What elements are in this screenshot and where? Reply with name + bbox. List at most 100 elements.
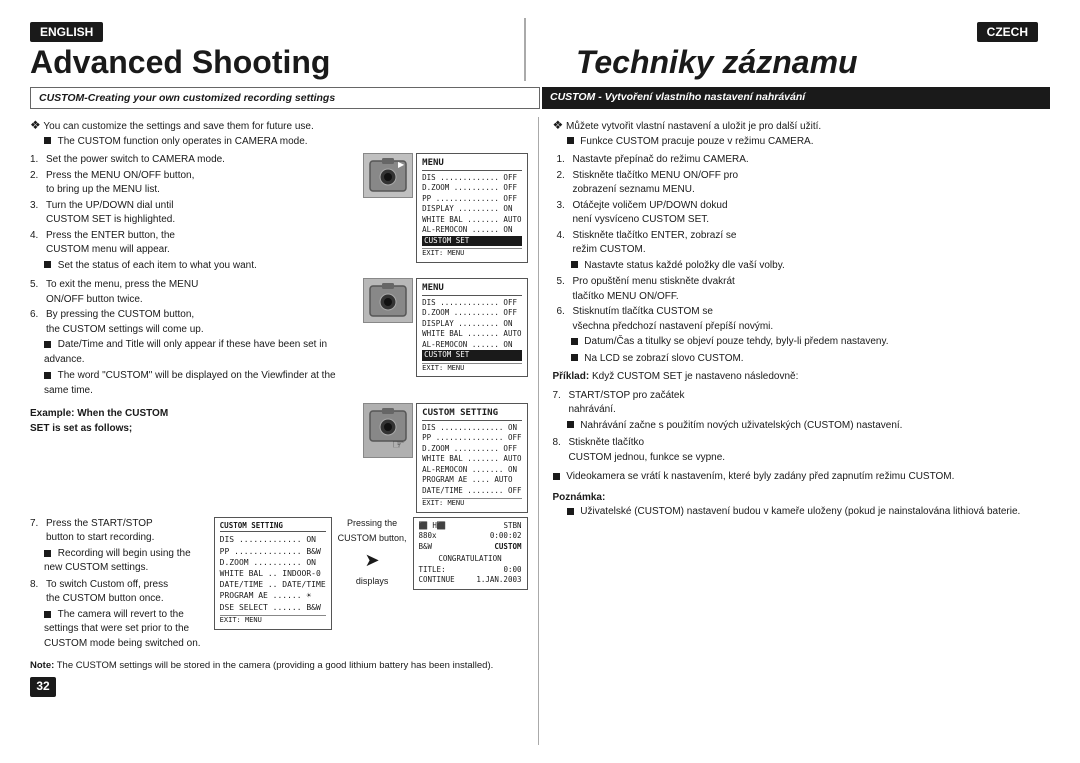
- header-left: ENGLISH Advanced Shooting: [30, 18, 514, 81]
- col-czech: ❖ Můžete vytvořit vlastní nastavení a ul…: [539, 117, 1051, 745]
- poznamka-text: Uživatelské (CUSTOM) nastavení budou v k…: [567, 505, 1051, 520]
- col-english: ❖ You can customize the settings and sav…: [30, 117, 539, 745]
- steps-1-4-row: 1. Set the power switch to CAMERA mode. …: [30, 153, 528, 275]
- step-6-sub2: The word "CUSTOM" will be displayed on t…: [44, 369, 357, 398]
- page: ENGLISH Advanced Shooting CZECH Techniky…: [0, 0, 1080, 763]
- header-right: CZECH Techniky záznamu: [536, 18, 1050, 81]
- diamond-icon-cz: ❖: [553, 118, 564, 132]
- note-block: Note: The CUSTOM settings will be stored…: [30, 659, 528, 673]
- svg-text:☞: ☞: [392, 436, 405, 452]
- step-3: 3. Turn the UP/DOWN dial until CUSTOM SE…: [30, 199, 357, 228]
- bullet-icon: [44, 137, 51, 144]
- bullet-icon-cz: [567, 137, 574, 144]
- czech-intro-text: Můžete vytvořit vlastní nastavení a ulož…: [566, 121, 821, 132]
- poznamka-block: Poznámka: Uživatelské (CUSTOM) nastavení…: [553, 491, 1051, 520]
- cz-step-6: 6. Stisknutím tlačítka CUSTOM se všechna…: [557, 305, 1051, 334]
- priklad-block: Příklad: Když CUSTOM SET je nastaveno ná…: [553, 370, 1051, 385]
- step-5: 5. To exit the menu, press the MENU ON/O…: [30, 278, 357, 307]
- bullet-icon: [571, 354, 578, 361]
- page-number: 32: [30, 677, 56, 697]
- steps-7-8-row: 7. Press the START/STOP button to start …: [30, 517, 528, 654]
- example-block: Example: When the CUSTOM SET is set as f…: [30, 407, 357, 436]
- step-7-sub: Recording will begin using the new CUSTO…: [44, 547, 208, 576]
- example-text: Example: When the CUSTOM SET is set as f…: [30, 403, 357, 513]
- bullet-icon: [567, 421, 574, 428]
- menu-images-col: ▶ MENU DIS ............. OFF D.ZOOM ....…: [363, 153, 527, 275]
- menu-title-2: MENU: [422, 282, 521, 296]
- bullet-icon: [44, 611, 51, 618]
- english-badge: ENGLISH: [30, 22, 103, 42]
- menu-img-1-row: ▶ MENU DIS ............. OFF D.ZOOM ....…: [363, 153, 527, 263]
- step-8-sub: The camera will revert to the settings t…: [44, 608, 208, 652]
- cz-step-8: 8. Stiskněte tlačítko CUSTOM jednou, fun…: [553, 436, 1051, 465]
- bullet-icon: [44, 341, 51, 348]
- section-bar-right: CUSTOM - Vytvoření vlastního nastavení n…: [542, 87, 1050, 109]
- cz-step-1: 1. Nastavte přepínač do režimu CAMERA.: [557, 153, 1051, 168]
- priklad-text: Když CUSTOM SET je nastaveno následovně:: [592, 371, 798, 382]
- arrow-icon: ➤: [365, 547, 380, 573]
- custom-setting-box: CUSTOM SETTING DIS ............. ON PP .…: [214, 517, 332, 630]
- menu-box-2: MENU DIS ............. OFF D.ZOOM ......…: [416, 278, 527, 377]
- menu-images-col-2: MENU DIS ............. OFF D.ZOOM ......…: [363, 278, 527, 400]
- menu-box-3: CUSTOM SETTING DIS .............. ON PP …: [416, 403, 527, 513]
- bullet-icon: [571, 261, 578, 268]
- note-label: Note:: [30, 660, 54, 671]
- steps-1-4-text: 1. Set the power switch to CAMERA mode. …: [30, 153, 357, 275]
- bullet-icon: [567, 508, 574, 515]
- step-4: 4. Press the ENTER button, the CUSTOM me…: [30, 229, 357, 258]
- bullet-icon: [44, 372, 51, 379]
- bullet-icon: [553, 473, 560, 480]
- step-2: 2. Press the MENU ON/OFF button, to brin…: [30, 169, 357, 198]
- menu-img-2-row: MENU DIS ............. OFF D.ZOOM ......…: [363, 278, 527, 377]
- cz-step-7: 7. START/STOP pro začátek nahrávání.: [553, 389, 1051, 418]
- camera-img-1: ▶: [363, 153, 413, 198]
- bullet-icon: [44, 550, 51, 557]
- cz-step-6-sub2: Na LCD se zobrazí slovo CUSTOM.: [571, 352, 1051, 367]
- steps-5-6-text: 5. To exit the menu, press the MENU ON/O…: [30, 278, 357, 400]
- custom-view-boxes: CUSTOM SETTING DIS ............. ON PP .…: [214, 517, 528, 654]
- camera-img-3: ☞: [363, 403, 413, 458]
- priklad-label: Příklad:: [553, 371, 590, 382]
- cz-step-4: 4. Stiskněte tlačítko ENTER, zobrazí se …: [557, 229, 1051, 258]
- title-english: Advanced Shooting: [30, 44, 514, 81]
- czech-intro-sub: Funkce CUSTOM pracuje pouze v režimu CAM…: [567, 135, 1051, 150]
- pressing-label: Pressing the CUSTOM button, ➤ displays: [338, 517, 407, 588]
- cz-step-2: 2. Stiskněte tlačítko MENU ON/OFF pro zo…: [557, 169, 1051, 198]
- step-6-sub1: Date/Time and Title will only appear if …: [44, 338, 357, 367]
- viewfinder-box: ⬛ H⬛ STBN 880x 0:00:02 B&W CUSTOM: [413, 517, 528, 590]
- step-1: 1. Set the power switch to CAMERA mode.: [30, 153, 357, 168]
- section-bar-left: CUSTOM-Creating your own customized reco…: [30, 87, 540, 109]
- step-4-sub: Set the status of each item to what you …: [44, 259, 357, 274]
- cz-step-4-sub: Nastavte status každé položky dle vaší v…: [571, 259, 1051, 274]
- cz-step-7-block: 7. START/STOP pro začátek nahrávání. Nah…: [553, 389, 1051, 434]
- czech-badge: CZECH: [977, 22, 1038, 42]
- example-title: Example: When the CUSTOM SET is set as f…: [30, 408, 168, 434]
- bullet-icon: [44, 261, 51, 268]
- header-row: ENGLISH Advanced Shooting CZECH Techniky…: [30, 18, 1050, 81]
- step-7: 7. Press the START/STOP button to start …: [30, 517, 208, 546]
- english-intro: ❖ You can customize the settings and sav…: [30, 117, 528, 149]
- content-area: ❖ You can customize the settings and sav…: [30, 117, 1050, 745]
- svg-text:▶: ▶: [398, 160, 405, 169]
- step-8: 8. To switch Custom off, press the CUSTO…: [30, 578, 208, 607]
- czech-outro: Videokamera se vrátí k nastavením, které…: [553, 470, 1051, 485]
- czech-steps: 1. Nastavte přepínač do režimu CAMERA. 2…: [557, 153, 1051, 366]
- custom-view-row: CUSTOM SETTING DIS ............. ON PP .…: [214, 517, 528, 630]
- note-text: The CUSTOM settings will be stored in th…: [57, 660, 494, 671]
- section-bar: CUSTOM-Creating your own customized reco…: [30, 87, 1050, 109]
- cz-step-5: 5. Pro opuštění menu stiskněte dvakrát t…: [557, 275, 1051, 304]
- steps-7-8-text: 7. Press the START/STOP button to start …: [30, 517, 208, 654]
- bullet-icon: [571, 338, 578, 345]
- cz-step-3: 3. Otáčejte voličem UP/DOWN dokud není v…: [557, 199, 1051, 228]
- menu-title-1: MENU: [422, 157, 521, 171]
- english-intro-text: You can customize the settings and save …: [43, 121, 313, 132]
- page-num-box: 32: [30, 677, 528, 697]
- menu-img-3-row: ☞ CUSTOM SETTING DIS .............. ON P…: [363, 403, 527, 513]
- poznamka-label: Poznámka:: [553, 491, 1051, 506]
- cz-step-8-block: 8. Stiskněte tlačítko CUSTOM jednou, fun…: [553, 436, 1051, 465]
- camera-img-2: [363, 278, 413, 323]
- menu-title-3: CUSTOM SETTING: [422, 407, 521, 421]
- steps-5-6-row: 5. To exit the menu, press the MENU ON/O…: [30, 278, 528, 400]
- step-6: 6. By pressing the CUSTOM button, the CU…: [30, 308, 357, 337]
- cz-step-7-sub: Nahrávání začne s použitím nových uživat…: [567, 419, 1051, 434]
